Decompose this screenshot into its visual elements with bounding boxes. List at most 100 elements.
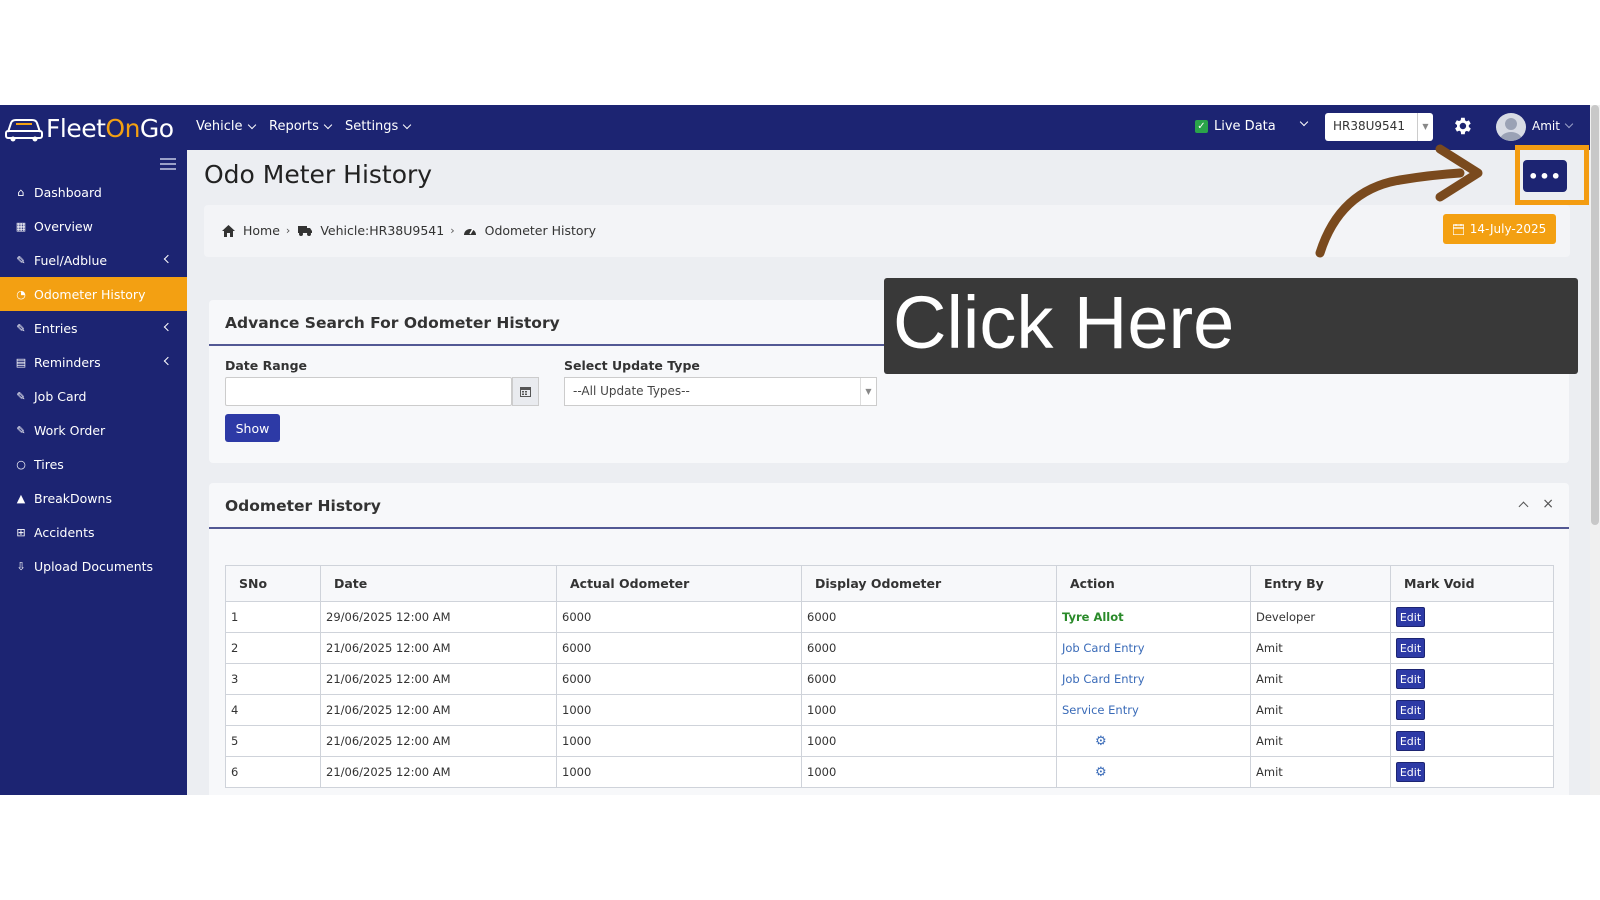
sidebar-item-entries[interactable]: ✎ Entries xyxy=(0,311,187,345)
cell-sno: 6 xyxy=(225,756,321,788)
tooltip-text: Click Here xyxy=(893,281,1235,364)
cell-date: 21/06/2025 12:00 AM xyxy=(320,725,557,757)
action-link[interactable]: Job Card Entry xyxy=(1062,672,1145,686)
edit-button[interactable]: Edit xyxy=(1396,700,1425,720)
tachometer-icon: ◔ xyxy=(16,287,26,301)
odometer-history-panel: Odometer History × SNo Date Actual Odome… xyxy=(209,483,1569,795)
action-link[interactable]: Job Card Entry xyxy=(1062,641,1145,655)
logo-text: FleetOnGo xyxy=(46,113,174,143)
cell-action: Tyre Allot xyxy=(1056,601,1251,633)
cell-mark-void: Edit xyxy=(1390,725,1554,757)
cell-display-odometer: 1000 xyxy=(801,725,1057,757)
tachometer-icon xyxy=(463,225,477,236)
avatar[interactable] xyxy=(1496,113,1526,141)
cell-mark-void: Edit xyxy=(1390,756,1554,788)
show-button[interactable]: Show xyxy=(225,414,280,442)
sidebar-item-overview[interactable]: ▦ Overview xyxy=(0,209,187,243)
edit-button[interactable]: Edit xyxy=(1396,638,1425,658)
sidebar-item-upload-documents[interactable]: ⇩ Upload Documents xyxy=(0,549,187,583)
page-title: Odo Meter History xyxy=(204,160,433,189)
gear-icon[interactable] xyxy=(1451,115,1473,137)
column-header[interactable]: Date xyxy=(320,565,557,602)
cell-sno: 1 xyxy=(225,601,321,633)
sidebar-item-fuel-adblue[interactable]: ✎ Fuel/Adblue xyxy=(0,243,187,277)
edit-icon: ✎ xyxy=(16,389,26,403)
column-header[interactable]: Mark Void xyxy=(1390,565,1554,602)
update-type-select[interactable]: --All Update Types-- ▼ xyxy=(564,377,877,406)
column-header[interactable]: Action xyxy=(1056,565,1251,602)
cell-sno: 5 xyxy=(225,725,321,757)
edit-icon: ✎ xyxy=(16,423,26,437)
live-data-toggle[interactable]: ✓ Live Data xyxy=(1195,119,1276,134)
edit-button[interactable]: Edit xyxy=(1396,731,1425,751)
action-link[interactable]: Service Entry xyxy=(1062,703,1139,717)
sidebar-item-accidents[interactable]: ⊞ Accidents xyxy=(0,515,187,549)
chevron-down-icon[interactable] xyxy=(1299,117,1309,127)
car-logo-icon xyxy=(5,119,43,142)
cell-date: 21/06/2025 12:00 AM xyxy=(320,756,557,788)
close-icon[interactable]: × xyxy=(1542,496,1554,512)
cell-actual-odometer: 1000 xyxy=(556,756,802,788)
cell-date: 21/06/2025 12:00 AM xyxy=(320,632,557,664)
annotation-arrow xyxy=(1315,144,1483,258)
action-link[interactable]: Tyre Allot xyxy=(1062,610,1124,624)
cell-mark-void: Edit xyxy=(1390,663,1554,695)
hamburger-menu-icon[interactable] xyxy=(160,158,176,170)
sidebar-item-job-card[interactable]: ✎ Job Card xyxy=(0,379,187,413)
breadcrumb: Home › Vehicle:HR38U9541 › Odometer Hist… xyxy=(222,223,596,238)
nav-vehicle-menu[interactable]: Vehicle xyxy=(196,119,256,134)
cell-entry-by: Amit xyxy=(1250,725,1391,757)
edit-button[interactable]: Edit xyxy=(1396,762,1425,782)
column-header[interactable]: Actual Odometer xyxy=(556,565,802,602)
sidebar-item-reminders[interactable]: ▤ Reminders xyxy=(0,345,187,379)
column-header[interactable]: Display Odometer xyxy=(801,565,1057,602)
click-here-tooltip: Click Here xyxy=(884,278,1578,374)
cell-mark-void: Edit xyxy=(1390,694,1554,726)
edit-button[interactable]: Edit xyxy=(1396,669,1425,689)
table-row: 6 21/06/2025 12:00 AM 1000 1000 ⚙ Amit Edit xyxy=(225,756,1554,788)
app-frame: FleetOnGo Vehicle Reports Settings ✓ Liv… xyxy=(0,105,1600,795)
scrollbar-thumb[interactable] xyxy=(1591,105,1599,525)
user-menu[interactable]: Amit xyxy=(1532,119,1574,133)
cell-actual-odometer: 1000 xyxy=(556,694,802,726)
edit-icon: ✎ xyxy=(16,321,26,335)
plus-square-icon: ⊞ xyxy=(16,525,26,539)
cell-date: 21/06/2025 12:00 AM xyxy=(320,663,557,695)
table-row: 2 21/06/2025 12:00 AM 6000 6000 Job Card Ent… xyxy=(225,632,1554,664)
calendar-icon: ▤ xyxy=(15,355,27,369)
edit-button[interactable]: Edit xyxy=(1396,607,1425,627)
cell-actual-odometer: 1000 xyxy=(556,725,802,757)
nav-settings-menu[interactable]: Settings xyxy=(345,119,412,134)
chevron-left-icon xyxy=(163,322,173,332)
breadcrumb-home[interactable]: Home xyxy=(243,223,280,238)
sidebar-item-odometer-history[interactable]: ◔ Odometer History xyxy=(0,277,187,311)
cell-entry-by: Amit xyxy=(1250,756,1391,788)
chevron-left-icon xyxy=(163,356,173,366)
home-icon: ⌂ xyxy=(17,185,25,199)
table-row: 3 21/06/2025 12:00 AM 6000 6000 Job Card Ent… xyxy=(225,663,1554,695)
breadcrumb-vehicle[interactable]: Vehicle:HR38U9541 xyxy=(320,223,444,238)
sidebar-item-tires[interactable]: ○ Tires xyxy=(0,447,187,481)
cell-sno: 3 xyxy=(225,663,321,695)
sidebar-item-breakdowns[interactable]: ▲ BreakDowns xyxy=(0,481,187,515)
sidebar-item-work-order[interactable]: ✎ Work Order xyxy=(0,413,187,447)
cell-actual-odometer: 6000 xyxy=(556,601,802,633)
cell-entry-by: Amit xyxy=(1250,663,1391,695)
sidebar-item-dashboard[interactable]: ⌂ Dashboard xyxy=(0,175,187,209)
search-panel-title: Advance Search For Odometer History xyxy=(225,314,560,332)
cell-action: Job Card Entry xyxy=(1056,663,1251,695)
grid-icon: ▦ xyxy=(15,219,27,233)
nav-reports-menu[interactable]: Reports xyxy=(269,119,333,134)
gear-icon[interactable]: ⚙ xyxy=(1095,765,1107,780)
date-range-input[interactable] xyxy=(225,377,512,406)
column-header[interactable]: SNo xyxy=(225,565,321,602)
history-panel-title: Odometer History xyxy=(225,497,381,515)
gear-icon[interactable]: ⚙ xyxy=(1095,734,1107,749)
cell-actual-odometer: 6000 xyxy=(556,663,802,695)
app-logo[interactable]: FleetOnGo xyxy=(4,111,174,145)
column-header[interactable]: Entry By xyxy=(1250,565,1391,602)
cell-entry-by: Developer xyxy=(1250,601,1391,633)
collapse-icon[interactable] xyxy=(1518,501,1529,512)
calendar-icon[interactable] xyxy=(512,377,539,406)
more-options-button[interactable]: ••• xyxy=(1523,160,1567,192)
